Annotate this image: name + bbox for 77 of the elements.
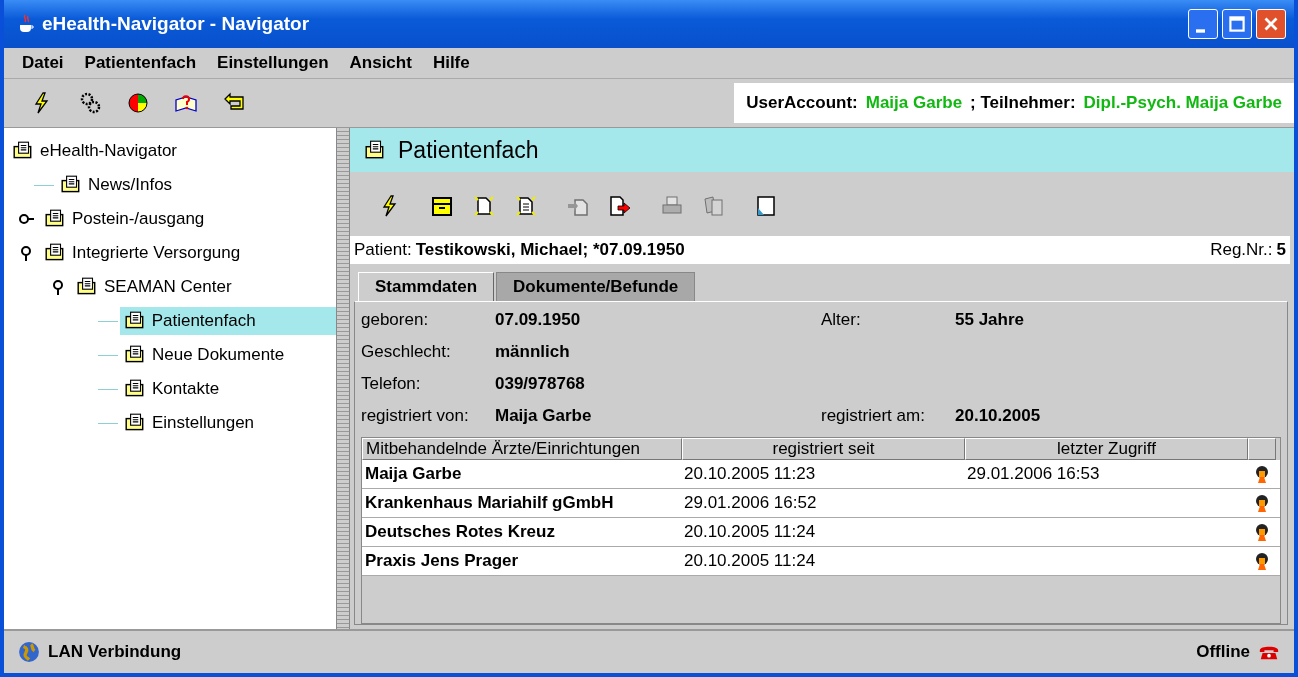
tab[interactable]: Stammdaten (358, 272, 495, 301)
minimize-icon (1196, 29, 1205, 33)
panel-title: Patientenfach (398, 136, 539, 164)
field-label: registriert von: (361, 405, 470, 426)
column-header[interactable] (1248, 438, 1276, 460)
menu-item[interactable]: Patientenfach (84, 53, 197, 73)
field-label: geboren: (361, 309, 430, 330)
person-icon (1254, 464, 1270, 484)
field-value: 20.10.2005 (955, 405, 1041, 426)
table-cell-text: Deutsches Rotes Kreuz (364, 522, 556, 542)
table-cell-text: Praxis Jens Prager (364, 551, 520, 571)
window-icon (754, 194, 778, 218)
new-document-icon (514, 194, 538, 218)
collapsed-toggle-icon[interactable] (18, 211, 34, 227)
participant-label: ; Teilnehmer: (970, 93, 1076, 113)
participant-name: Dipl.-Psych. Maija Garbe (1083, 93, 1282, 113)
tree-item[interactable]: News/Infos (56, 171, 177, 199)
gears-icon (78, 91, 102, 115)
tree-item[interactable]: Integrierte Versorgung (40, 239, 245, 267)
user-account-name: Maija Garbe (865, 93, 963, 113)
field-value: männlich (495, 341, 570, 362)
maximize-icon (1226, 13, 1248, 35)
folder-document-icon (364, 139, 386, 161)
menu-item[interactable]: Hilfe (432, 53, 470, 73)
column-header[interactable]: letzter Zugriff (965, 438, 1248, 460)
table-cell-text: 20.10.2005 11:23 (683, 464, 817, 484)
menu-item[interactable]: Einstellungen (217, 53, 329, 73)
field-label: Geschlecht: (361, 341, 452, 362)
window-title: eHealth-Navigator - Navigator (42, 13, 311, 35)
column-header[interactable]: Mitbehandelnde Ärzte/Einrichtungen (362, 438, 682, 460)
minimize-button[interactable] (1188, 9, 1218, 39)
field-label: Telefon: (361, 373, 422, 394)
documents-icon (702, 194, 726, 218)
patient-name: Testikowski, Michael; *07.09.1950 (415, 240, 685, 260)
field-value: 07.09.1950 (495, 309, 581, 330)
table-cell-text: Maija Garbe (364, 464, 463, 484)
field-value: 039/978768 (495, 373, 585, 394)
table-cell-text: 29.01.2006 16:52 (683, 493, 818, 513)
person-icon (1254, 551, 1270, 571)
new-document-icon (472, 194, 496, 218)
table-cell: 29.01.2006 16:53 (967, 464, 1100, 483)
menu-item[interactable]: Datei (22, 53, 64, 73)
table-cell-text: Krankenhaus Mariahilf gGmbH (364, 493, 615, 513)
person-icon (1254, 522, 1270, 542)
file-drawer-icon (430, 194, 454, 218)
expanded-toggle-icon[interactable] (18, 245, 34, 261)
menu-item[interactable]: Ansicht (349, 53, 412, 73)
field-value: Maija Garbe (495, 405, 592, 426)
user-account-label: UserAccount: (746, 93, 858, 113)
document-export-icon (608, 194, 632, 218)
pie-chart-icon (126, 91, 150, 115)
tree-item[interactable]: Neue Dokumente (120, 341, 289, 369)
table-cell-text: 20.10.2005 11:24 (683, 522, 817, 542)
expanded-toggle-icon[interactable] (50, 279, 66, 295)
tab[interactable]: Dokumente/Befunde (496, 272, 696, 301)
tree-item[interactable]: Patientenfach (119, 307, 336, 335)
connection-status: LAN Verbindung (48, 642, 182, 662)
close-button[interactable] (1256, 9, 1286, 39)
splitter-handle[interactable] (336, 128, 350, 629)
person-icon (1254, 493, 1270, 513)
field-label: registriert am: (821, 405, 926, 426)
tree-item[interactable]: Einstellungen (120, 409, 259, 437)
field-value: 55 Jahre (955, 309, 1024, 330)
globe-icon (18, 641, 40, 663)
coffee-cup-icon (18, 14, 34, 34)
tree-item[interactable]: Kontakte (120, 375, 224, 403)
registration-label: Reg.Nr.: (1210, 240, 1273, 260)
online-status: Offline (1196, 642, 1250, 662)
tree-item[interactable]: eHealth-Navigator (8, 137, 181, 165)
table-cell-text: 20.10.2005 11:24 (683, 551, 817, 571)
tree-item[interactable]: SEAMAN Center (72, 273, 236, 301)
field-label: Alter: (821, 309, 862, 330)
tree-item[interactable]: Postein-/ausgang (40, 205, 209, 233)
patient-label: Patient: (354, 240, 412, 260)
column-header[interactable]: registriert seit (682, 438, 965, 460)
maximize-button[interactable] (1222, 9, 1252, 39)
registration-number: 5 (1276, 240, 1286, 260)
